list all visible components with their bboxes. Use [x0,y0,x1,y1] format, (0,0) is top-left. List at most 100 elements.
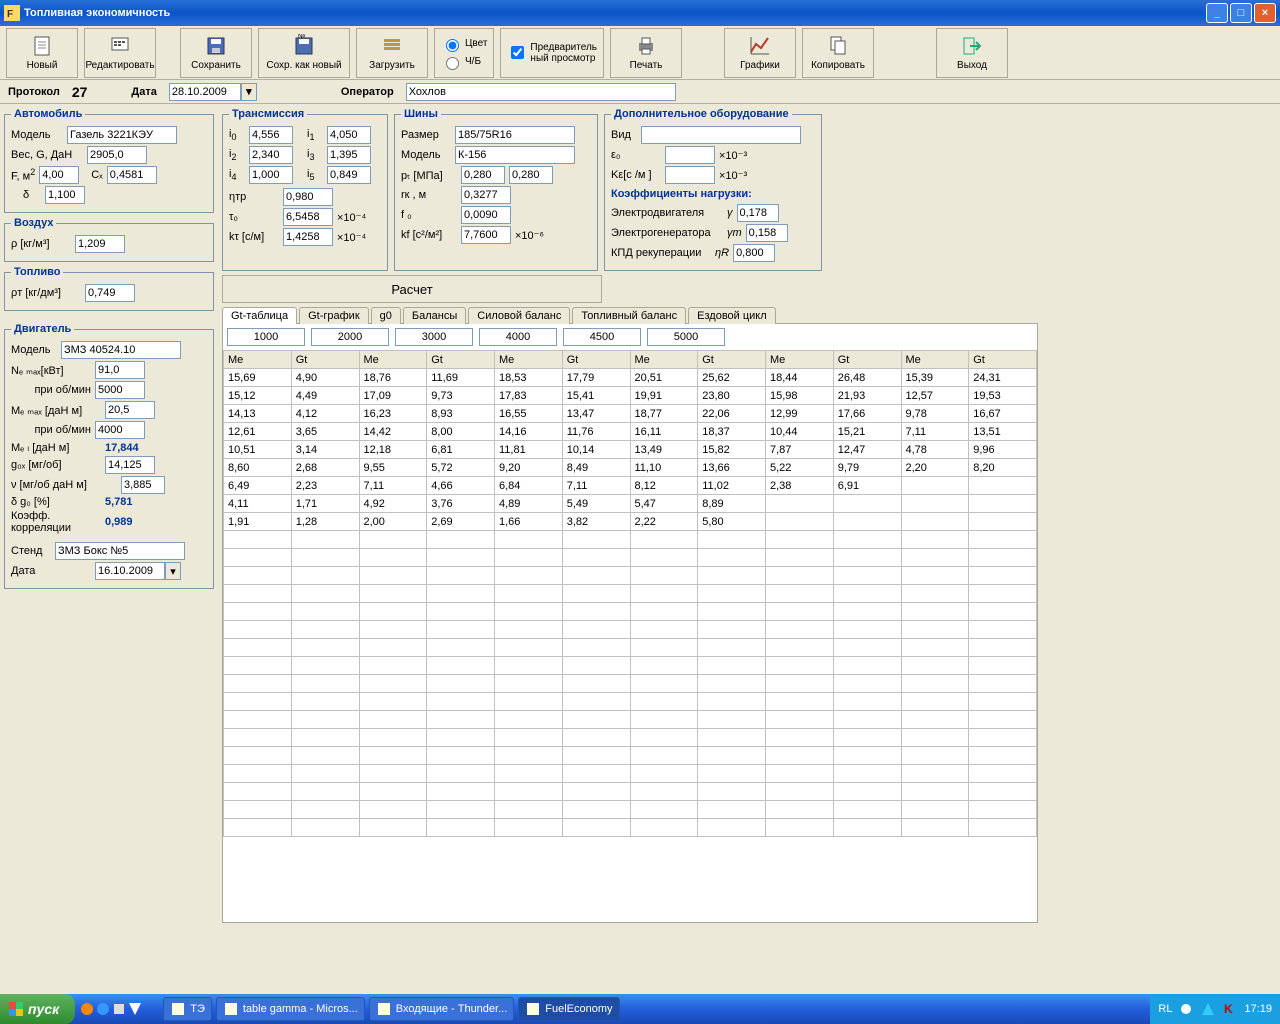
cell[interactable]: 8,60 [224,459,292,477]
cell[interactable] [359,711,427,729]
trans-tau-input[interactable] [283,208,333,226]
cell[interactable] [833,639,901,657]
cell[interactable]: 15,21 [833,423,901,441]
cell[interactable]: 11,10 [630,459,698,477]
cell[interactable] [766,657,834,675]
cell[interactable] [901,729,969,747]
auto-weight-input[interactable] [87,146,147,164]
cell[interactable] [833,531,901,549]
cell[interactable] [833,513,901,531]
cell[interactable] [969,531,1037,549]
cell[interactable] [224,747,292,765]
cell[interactable]: 3,65 [291,423,359,441]
cell[interactable] [291,783,359,801]
cell[interactable]: 7,87 [766,441,834,459]
cell[interactable] [224,567,292,585]
engine-nu-input[interactable] [121,476,165,494]
cell[interactable] [901,531,969,549]
cell[interactable] [698,747,766,765]
cell[interactable]: 7,11 [562,477,630,495]
cell[interactable]: 11,81 [495,441,563,459]
cell[interactable] [969,621,1037,639]
cell[interactable]: 2,00 [359,513,427,531]
cell[interactable] [427,783,495,801]
trans-i0-input[interactable] [249,126,293,144]
cell[interactable]: 8,93 [427,405,495,423]
cell[interactable] [833,729,901,747]
cell[interactable] [901,765,969,783]
trans-i4-input[interactable] [249,166,293,184]
cell[interactable] [562,603,630,621]
cell[interactable] [766,783,834,801]
cell[interactable] [427,819,495,837]
quicklaunch-icon[interactable] [79,1001,95,1017]
minimize-button[interactable]: _ [1206,3,1228,23]
cell[interactable]: 3,76 [427,495,495,513]
cell[interactable] [291,567,359,585]
cell[interactable]: 6,91 [833,477,901,495]
cell[interactable] [833,495,901,513]
cell[interactable] [969,603,1037,621]
engine-date-input[interactable] [95,562,165,580]
cell[interactable] [698,765,766,783]
cell[interactable]: 13,51 [969,423,1037,441]
cell[interactable] [833,693,901,711]
cell[interactable]: 17,09 [359,387,427,405]
taskbar-item[interactable]: table gamma - Micros... [216,997,365,1021]
cell[interactable] [562,819,630,837]
cell[interactable]: 2,22 [630,513,698,531]
tab-4[interactable]: Силовой баланс [468,307,570,324]
cell[interactable]: 8,89 [698,495,766,513]
cell[interactable] [901,513,969,531]
cell[interactable] [359,639,427,657]
cell[interactable] [833,801,901,819]
cell[interactable] [562,747,630,765]
trans-i5-input[interactable] [327,166,371,184]
cell[interactable] [901,621,969,639]
auto-model-input[interactable] [67,126,177,144]
cell[interactable]: 9,20 [495,459,563,477]
quicklaunch-icon[interactable] [111,1001,127,1017]
cell[interactable] [901,747,969,765]
cell[interactable] [766,513,834,531]
cell[interactable]: 13,49 [630,441,698,459]
cell[interactable] [427,657,495,675]
cell[interactable]: 25,62 [698,369,766,387]
exit-button[interactable]: Выход [936,28,1008,78]
cell[interactable]: 15,82 [698,441,766,459]
cell[interactable] [833,819,901,837]
cell[interactable]: 17,66 [833,405,901,423]
tab-3[interactable]: Балансы [403,307,466,324]
cell[interactable] [766,531,834,549]
cell[interactable]: 22,06 [698,405,766,423]
cell[interactable] [969,765,1037,783]
cell[interactable]: 9,73 [427,387,495,405]
cell[interactable] [291,801,359,819]
cell[interactable] [224,531,292,549]
trans-eta-input[interactable] [283,188,333,206]
cell[interactable]: 8,49 [562,459,630,477]
extra-elmot-input[interactable] [737,204,779,222]
new-button[interactable]: Новый [6,28,78,78]
bw-radio[interactable] [446,57,459,70]
cell[interactable] [698,783,766,801]
cell[interactable] [766,603,834,621]
tires-kf-input[interactable] [461,226,511,244]
auto-delta-input[interactable] [45,186,85,204]
cell[interactable]: 24,31 [969,369,1037,387]
cell[interactable] [630,783,698,801]
cell[interactable] [495,603,563,621]
cell[interactable] [495,585,563,603]
cell[interactable] [630,549,698,567]
cell[interactable]: 8,00 [427,423,495,441]
cell[interactable] [224,765,292,783]
cell[interactable] [224,585,292,603]
cell[interactable] [495,675,563,693]
cell[interactable] [833,585,901,603]
cell[interactable] [766,495,834,513]
cell[interactable]: 10,51 [224,441,292,459]
cell[interactable] [698,531,766,549]
cell[interactable] [698,639,766,657]
cell[interactable] [833,621,901,639]
cell[interactable]: 2,69 [427,513,495,531]
